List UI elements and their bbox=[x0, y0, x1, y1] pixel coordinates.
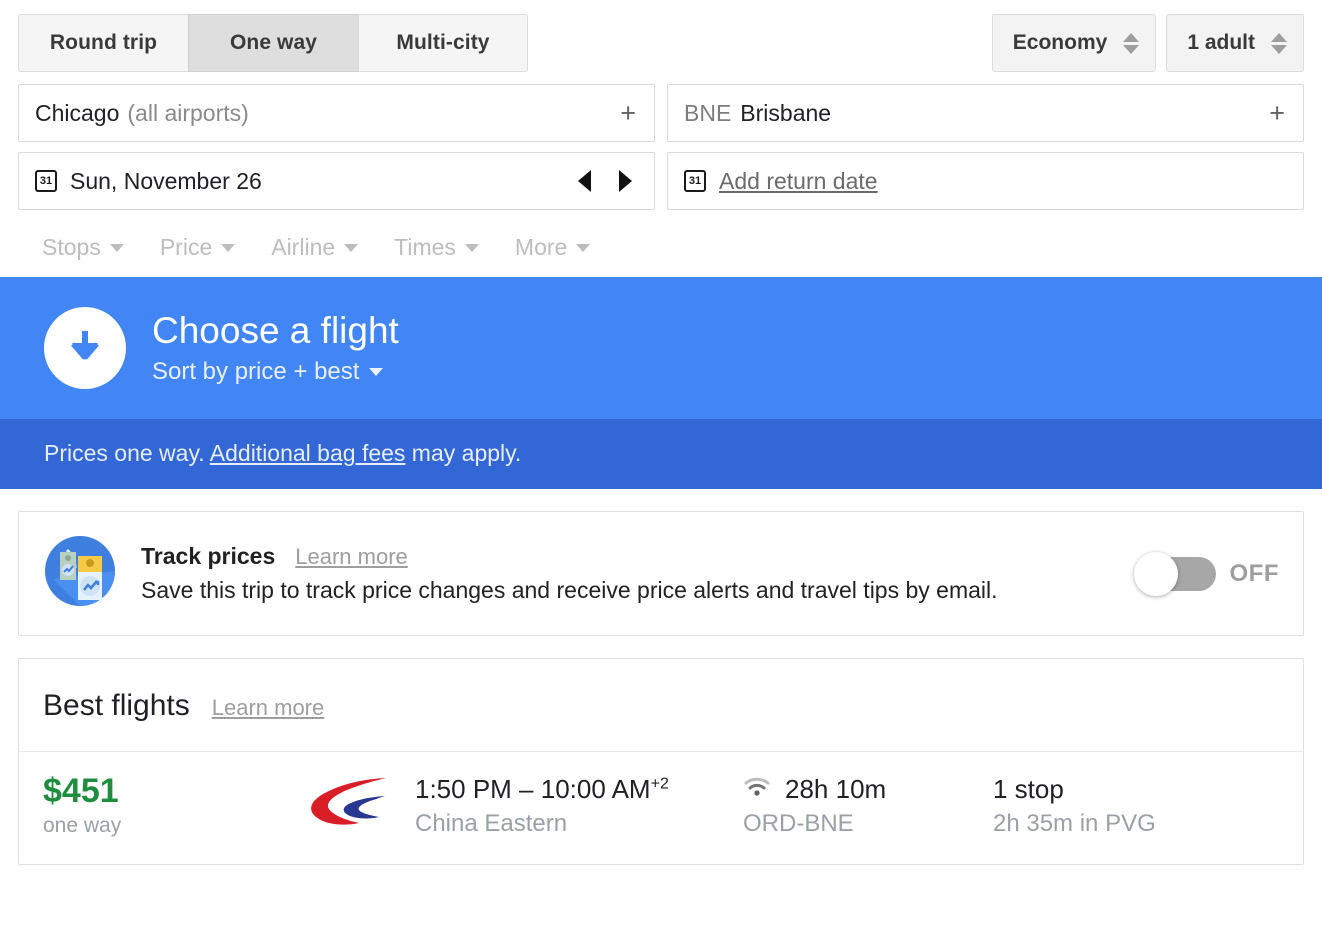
wifi-icon bbox=[743, 776, 771, 803]
banner-heading: Choose a flight bbox=[152, 309, 399, 351]
track-prices-toggle[interactable] bbox=[1133, 551, 1216, 596]
add-destination-icon[interactable]: + bbox=[1269, 99, 1285, 127]
flight-times: 1:50 PM – 10:00 AM+2 bbox=[415, 774, 669, 805]
cabin-class-label: Economy bbox=[1012, 31, 1108, 54]
choose-flight-banner: Choose a flight Sort by price + best Pri… bbox=[0, 277, 1322, 489]
trip-type-segmented-control[interactable]: Round trip One way Multi-city bbox=[18, 14, 528, 72]
china-eastern-logo-icon bbox=[303, 774, 389, 835]
filter-times-label: Times bbox=[394, 234, 456, 260]
passenger-controls: Economy 1 adult bbox=[991, 14, 1304, 72]
filter-airline[interactable]: Airline bbox=[271, 234, 359, 261]
origin-city-label: Chicago bbox=[35, 99, 120, 126]
track-prices-toggle-state: OFF bbox=[1229, 559, 1279, 587]
date-field-row: 31 Sun, November 26 31 Add return date bbox=[18, 152, 1304, 210]
banner-primary: Choose a flight Sort by price + best bbox=[0, 277, 1322, 419]
track-prices-learn-more-link[interactable]: Learn more bbox=[295, 544, 408, 570]
flight-stops: 1 stop bbox=[993, 774, 1064, 804]
updown-arrows-icon[interactable] bbox=[1123, 32, 1140, 54]
trip-type-one-way[interactable]: One way bbox=[188, 14, 358, 72]
flight-airline-column: 1:50 PM – 10:00 AM+2 China Eastern bbox=[303, 774, 743, 838]
filter-stops-label: Stops bbox=[42, 234, 101, 260]
destination-input[interactable]: BNE Brisbane + bbox=[667, 84, 1304, 142]
filter-times[interactable]: Times bbox=[394, 234, 479, 261]
banner-notice: Prices one way. Additional bag fees may … bbox=[0, 419, 1322, 489]
chevron-down-icon bbox=[576, 243, 591, 252]
filter-price[interactable]: Price bbox=[159, 234, 236, 261]
date-navigation bbox=[578, 170, 636, 192]
price-tags-icon bbox=[43, 534, 117, 613]
add-origin-icon[interactable]: + bbox=[620, 99, 636, 127]
calendar-icon: 31 bbox=[35, 170, 57, 192]
traveler-count-label: 1 adult bbox=[1187, 31, 1255, 54]
flight-price-note: one way bbox=[43, 813, 122, 837]
next-day-icon[interactable] bbox=[619, 170, 632, 192]
return-date-input[interactable]: 31 Add return date bbox=[667, 152, 1304, 210]
filter-stops[interactable]: Stops bbox=[42, 234, 124, 261]
flight-airline-name: China Eastern bbox=[415, 810, 568, 837]
track-prices-description: Save this trip to track price changes an… bbox=[141, 577, 998, 603]
banner-text-block: Choose a flight Sort by price + best bbox=[152, 310, 399, 387]
flight-duration: 28h 10m bbox=[785, 774, 887, 804]
depart-date-input[interactable]: 31 Sun, November 26 bbox=[18, 152, 655, 210]
flight-times-value: 1:50 PM – 10:00 AM bbox=[415, 774, 651, 804]
location-field-row: Chicago (all airports) + BNE Brisbane + bbox=[18, 84, 1304, 142]
track-prices-title: Track prices bbox=[141, 543, 276, 569]
best-flights-title: Best flights bbox=[43, 689, 190, 722]
chevron-down-icon bbox=[464, 243, 479, 252]
flight-price-column: $451 one way bbox=[43, 772, 303, 838]
calendar-icon: 31 bbox=[684, 170, 706, 192]
flight-duration-line: 28h 10m bbox=[743, 774, 993, 805]
previous-day-icon[interactable] bbox=[578, 170, 591, 192]
best-flights-learn-more-link[interactable]: Learn more bbox=[212, 695, 325, 721]
flight-result-row[interactable]: $451 one way 1:50 PM – 10:00 AM+2 China … bbox=[19, 751, 1303, 864]
download-arrow-icon bbox=[44, 307, 126, 389]
destination-code-label: BNE bbox=[684, 99, 732, 126]
cabin-class-selector[interactable]: Economy bbox=[991, 14, 1157, 72]
track-prices-row: Track prices Learn more Save this trip t… bbox=[19, 512, 1303, 635]
trip-type-multi-city[interactable]: Multi-city bbox=[358, 14, 528, 72]
notice-prefix: Prices one way. bbox=[44, 440, 210, 466]
origin-input[interactable]: Chicago (all airports) + bbox=[18, 84, 655, 142]
flight-times-block: 1:50 PM – 10:00 AM+2 China Eastern bbox=[415, 774, 669, 838]
flight-day-offset: +2 bbox=[650, 775, 669, 793]
best-flights-header: Best flights Learn more bbox=[19, 659, 1303, 751]
filter-bar: Stops Price Airline Times More bbox=[0, 220, 1322, 277]
traveler-count-selector[interactable]: 1 adult bbox=[1166, 14, 1304, 72]
flight-search-page: Round trip One way Multi-city Economy 1 … bbox=[0, 0, 1322, 938]
best-flights-card: Best flights Learn more $451 one way 1:5… bbox=[18, 658, 1304, 865]
search-controls-top: Round trip One way Multi-city Economy 1 … bbox=[0, 0, 1322, 72]
sort-label: Sort by price + best bbox=[152, 358, 360, 386]
destination-city-label: Brisbane bbox=[740, 99, 832, 126]
track-prices-text: Track prices Learn more Save this trip t… bbox=[141, 543, 1138, 604]
filter-airline-label: Airline bbox=[271, 234, 336, 260]
sort-selector[interactable]: Sort by price + best bbox=[152, 358, 399, 386]
chevron-down-icon bbox=[221, 243, 236, 252]
flight-price: $451 bbox=[43, 772, 119, 811]
flight-layover: 2h 35m in PVG bbox=[993, 810, 1156, 837]
track-prices-title-line: Track prices Learn more bbox=[141, 543, 1138, 570]
filter-price-label: Price bbox=[159, 234, 213, 260]
origin-qualifier-label: (all airports) bbox=[127, 99, 249, 126]
notice-suffix: may apply. bbox=[405, 440, 522, 466]
filter-more-label: More bbox=[514, 234, 568, 260]
flight-route: ORD-BNE bbox=[743, 810, 854, 837]
flight-duration-column: 28h 10m ORD-BNE bbox=[743, 774, 993, 838]
trip-type-round-trip[interactable]: Round trip bbox=[18, 14, 188, 72]
depart-date-label: Sun, November 26 bbox=[70, 167, 262, 194]
track-prices-toggle-group[interactable]: OFF bbox=[1133, 551, 1280, 596]
chevron-down-icon bbox=[369, 368, 384, 377]
add-return-date-link[interactable]: Add return date bbox=[719, 168, 878, 195]
track-prices-card: Track prices Learn more Save this trip t… bbox=[18, 511, 1304, 636]
updown-arrows-icon[interactable] bbox=[1271, 32, 1287, 54]
chevron-down-icon bbox=[344, 243, 359, 252]
search-fields: Chicago (all airports) + BNE Brisbane + … bbox=[0, 72, 1322, 210]
filter-more[interactable]: More bbox=[514, 234, 591, 261]
flight-stops-column: 1 stop 2h 35m in PVG bbox=[993, 774, 1279, 838]
chevron-down-icon bbox=[109, 243, 124, 252]
bag-fees-link[interactable]: Additional bag fees bbox=[210, 440, 406, 466]
